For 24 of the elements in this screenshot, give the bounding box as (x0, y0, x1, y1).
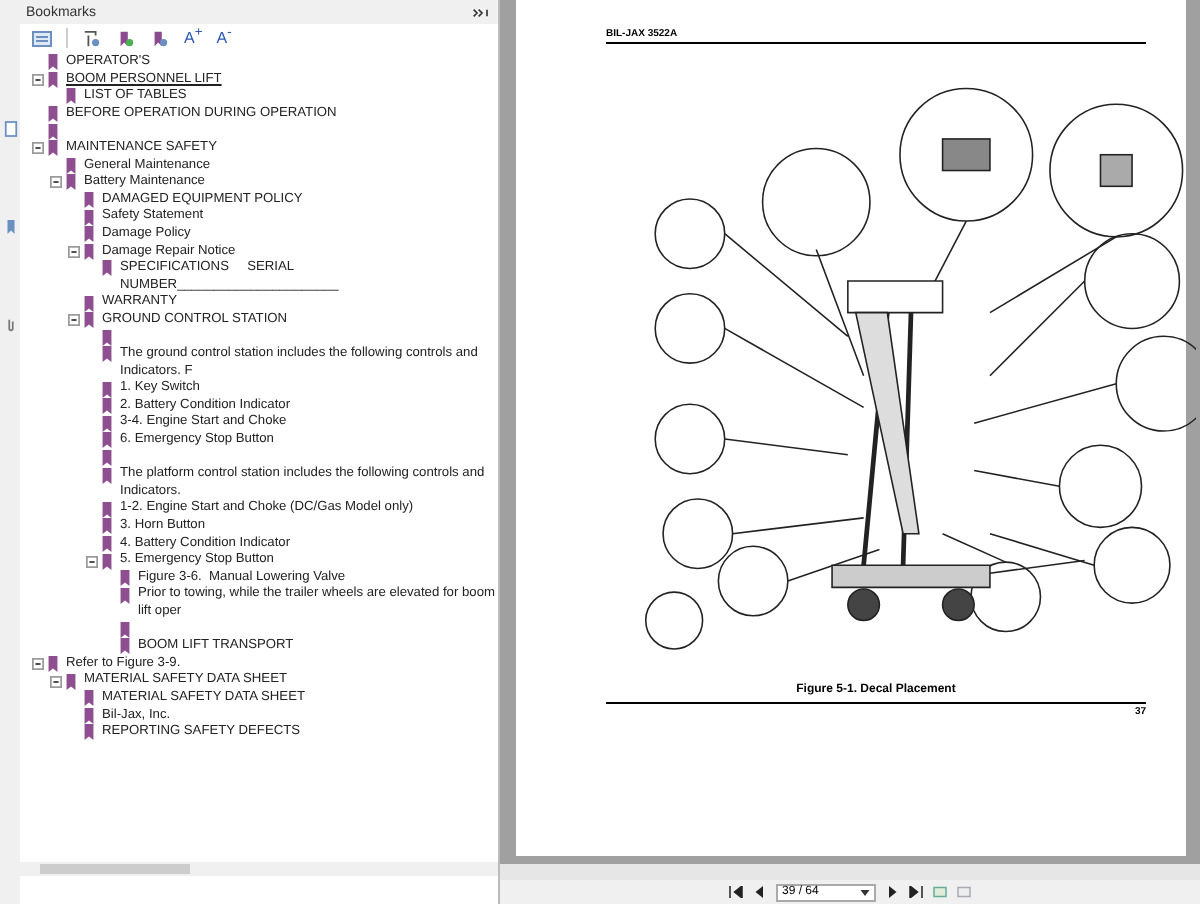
horizontal-scrollbar[interactable] (20, 862, 498, 876)
collapse-toggle[interactable] (32, 139, 46, 158)
font-size-button[interactable]: A$^{-}$ (216, 28, 232, 48)
new-bookmark-icon[interactable] (116, 29, 136, 47)
expand-all-icon[interactable] (32, 29, 52, 47)
collapse-toggle[interactable] (32, 71, 46, 89)
collapse-toggle[interactable] (50, 672, 64, 690)
collapse-toggle[interactable] (68, 311, 82, 329)
attachment-icon[interactable] (3, 316, 17, 334)
previous-page-icon[interactable] (752, 886, 768, 898)
collapse-toggle[interactable] (32, 655, 46, 673)
panel-options-icon[interactable] (472, 7, 492, 17)
first-page-icon[interactable] (728, 886, 744, 898)
dropdown-caret-icon[interactable] (860, 889, 870, 895)
bookmark-options-icon[interactable] (82, 29, 102, 47)
next-page-icon[interactable] (884, 886, 900, 898)
bookmark-settings-icon[interactable] (150, 29, 170, 47)
horizontal-scrollbar[interactable] (500, 864, 1200, 880)
page-icon[interactable] (3, 120, 17, 138)
font-size-button[interactable]: A$^{+}$ (184, 28, 203, 48)
last-page-icon[interactable] (908, 886, 924, 898)
collapse-toggle[interactable] (68, 243, 82, 261)
collapse-toggle[interactable] (50, 174, 64, 192)
collapse-toggle[interactable] (86, 552, 100, 570)
